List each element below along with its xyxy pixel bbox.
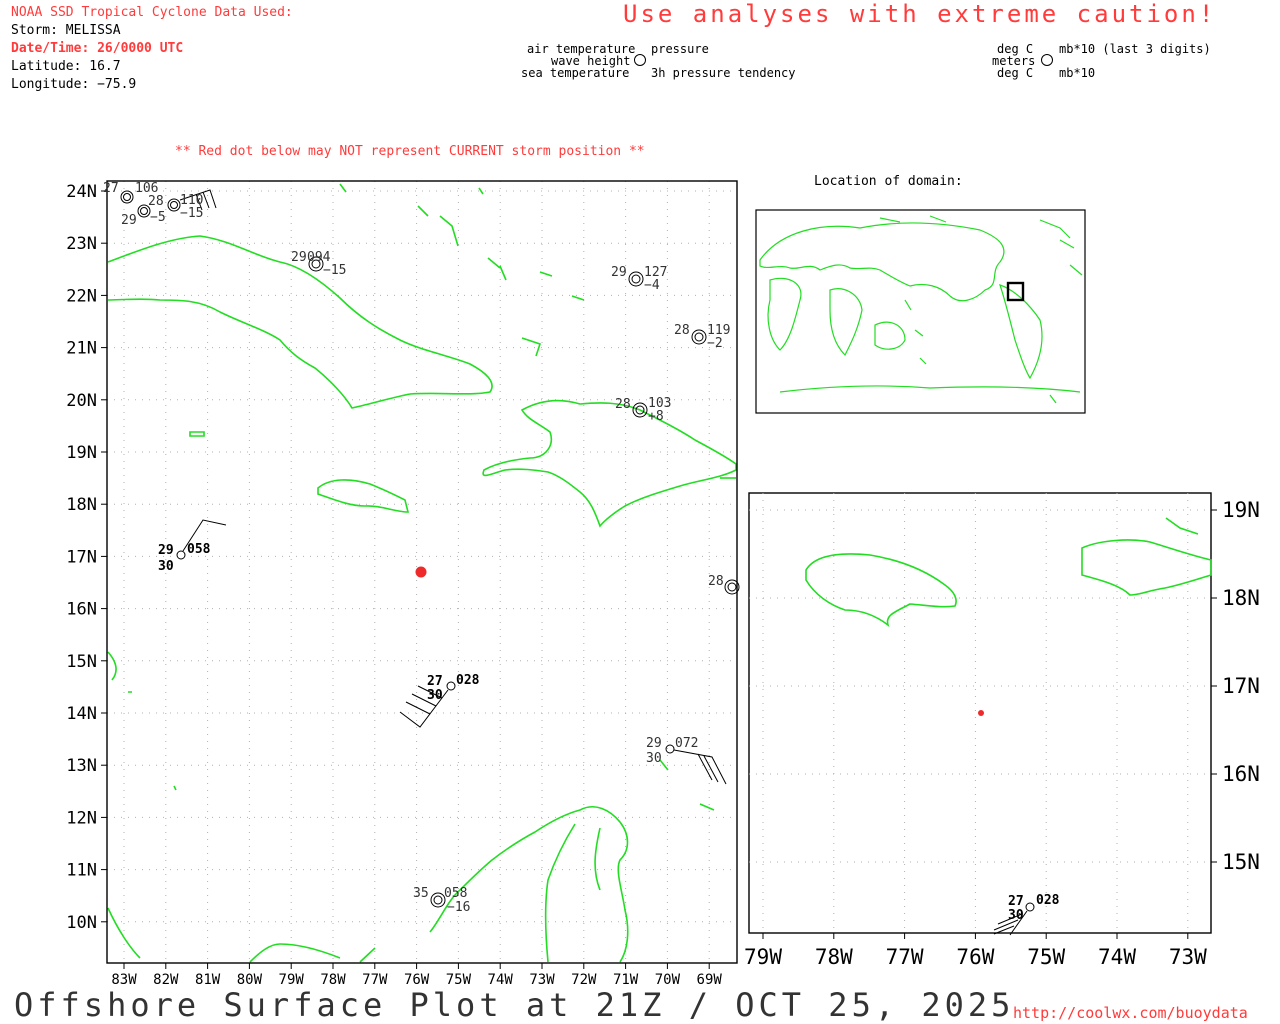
lat-label: 17N bbox=[1222, 674, 1260, 698]
lat-label: 19N bbox=[66, 443, 97, 463]
station-value-air: 29 bbox=[646, 736, 662, 751]
inset-map: 19N 18N 17N 16N 15N 79W 78W 77W 76W 75W 74W 73W bbox=[744, 492, 1260, 969]
station-value-tend: −5 bbox=[150, 210, 166, 225]
station-value-air: 27 bbox=[103, 181, 119, 196]
station-value-air: 28 bbox=[148, 194, 164, 209]
lon-label: 73W bbox=[1169, 945, 1207, 969]
source-url[interactable]: http://coolwx.com/buoydata bbox=[1013, 1004, 1248, 1022]
main-map: 24N 23N 22N 21N 20N 19N 18N 17N 16N 15N 14N 13N 12N 1… bbox=[66, 180, 1260, 988]
station-value-tend: −15 bbox=[180, 206, 203, 221]
lat-label: 17N bbox=[66, 547, 97, 567]
plot-title: Offshore Surface Plot at 21Z / OCT 25, 2… bbox=[14, 986, 1015, 1024]
lat-label: 14N bbox=[66, 704, 97, 724]
station-value-air: 29 bbox=[121, 213, 137, 228]
station-value-air: 28 bbox=[708, 574, 724, 589]
lat-label: 16N bbox=[1222, 762, 1260, 786]
station-value-tend: −2 bbox=[707, 336, 723, 351]
lat-label: 18N bbox=[66, 495, 97, 515]
station-value-sst: 30 bbox=[427, 688, 443, 703]
station-value-tend: −15 bbox=[323, 263, 346, 278]
lat-label: 15N bbox=[1222, 850, 1260, 874]
lat-label: 19N bbox=[1222, 498, 1260, 522]
main-lon-axis: 83W 82W 81W 80W 79W 78W 77W 76W 75W 74W 73W 72W 71W 7… bbox=[111, 963, 722, 988]
station-value-air: 28 bbox=[615, 397, 631, 412]
lat-label: 16N bbox=[66, 600, 97, 620]
lat-label: 10N bbox=[66, 913, 97, 933]
station-value-sst: 30 bbox=[158, 559, 174, 574]
station-value-tend: +8 bbox=[648, 409, 664, 424]
lat-label: 11N bbox=[66, 861, 97, 881]
station-value-air: 35 bbox=[413, 886, 429, 901]
inset-lon-axis: 79W 78W 77W 76W 75W 74W 73W bbox=[744, 933, 1207, 969]
lat-label: 24N bbox=[66, 182, 97, 202]
lat-label: 23N bbox=[66, 234, 97, 254]
lat-label: 12N bbox=[66, 808, 97, 828]
station-plot bbox=[691, 329, 707, 345]
station-value-sst: 30 bbox=[646, 751, 662, 766]
lon-label: 76W bbox=[956, 945, 994, 969]
station-value-tend: −4 bbox=[644, 278, 660, 293]
lat-label: 21N bbox=[66, 339, 97, 359]
lat-label: 22N bbox=[66, 286, 97, 306]
station-value-pres: 028 bbox=[456, 673, 480, 688]
lon-label: 78W bbox=[815, 945, 853, 969]
station-value-pres: 058 bbox=[187, 542, 211, 557]
station-plot bbox=[430, 892, 446, 908]
station-value-tend: −16 bbox=[447, 900, 470, 915]
station-value-air: 27 bbox=[427, 674, 443, 689]
station-value-air: 27 bbox=[1008, 894, 1024, 909]
storm-position-marker bbox=[415, 566, 427, 578]
lon-label: 79W bbox=[744, 945, 782, 969]
inset-lat-axis: 19N 18N 17N 16N 15N bbox=[1211, 498, 1260, 874]
station-value-air: 29 bbox=[158, 543, 174, 558]
station-value-air: 28 bbox=[674, 323, 690, 338]
world-locator-map bbox=[755, 209, 1086, 414]
station-value-pres: 058 bbox=[444, 886, 467, 901]
lat-label: 13N bbox=[66, 756, 97, 776]
station-value-sst: 30 bbox=[1008, 908, 1024, 923]
station-value-air: 29 bbox=[611, 265, 627, 280]
station-value-air: 29 bbox=[291, 250, 307, 265]
main-lat-axis: 24N 23N 22N 21N 20N 19N 18N 17N 16N 15N 14N 13N 12N 1… bbox=[66, 182, 107, 933]
world-map-frame bbox=[755, 209, 1086, 414]
station-plot bbox=[628, 271, 644, 287]
lat-label: 15N bbox=[66, 652, 97, 672]
lon-label: 75W bbox=[1027, 945, 1065, 969]
inset-storm-marker bbox=[978, 710, 984, 716]
station-value-pres: 028 bbox=[1036, 893, 1060, 908]
station-value-pres: 072 bbox=[675, 736, 698, 751]
lat-label: 18N bbox=[1222, 586, 1260, 610]
lat-label: 20N bbox=[66, 391, 97, 411]
lon-label: 77W bbox=[886, 945, 924, 969]
lon-label: 74W bbox=[1098, 945, 1136, 969]
